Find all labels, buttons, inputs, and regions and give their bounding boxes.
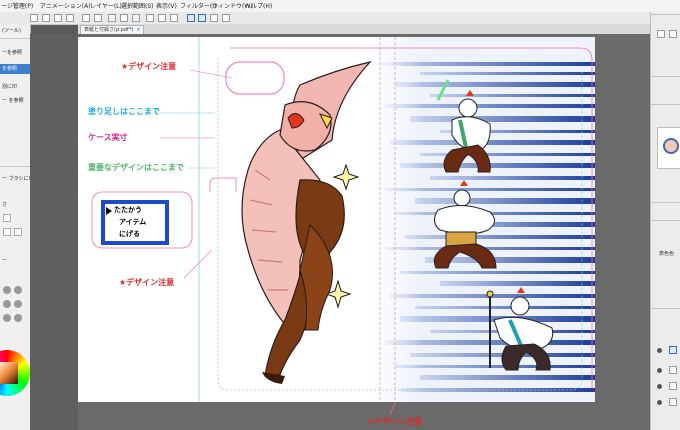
design-caution-label-bottom: ★デザイン注意: [367, 417, 423, 426]
command-run: にげる: [119, 230, 140, 238]
panel-tool-icon[interactable]: [657, 30, 665, 38]
eye-icon[interactable]: [657, 368, 662, 373]
panel-tool-icon-2[interactable]: [669, 30, 677, 38]
right-panel: 表色色: [650, 12, 680, 430]
eye-icon[interactable]: [657, 384, 662, 389]
layer-thumbnail-selected[interactable]: [669, 346, 677, 354]
case-size-label: ケース実寸: [88, 133, 128, 142]
color-panel-label: 表色色: [659, 251, 675, 257]
right-divider-4: [651, 202, 680, 203]
eye-icon[interactable]: [657, 348, 662, 353]
safe-area-label: 重要なデザインはここまで: [88, 163, 184, 172]
camera-hole-guide: [225, 61, 285, 95]
right-divider-5: [651, 220, 680, 221]
command-fight: たたかう: [114, 206, 142, 214]
design-caution-label-top: ★デザイン注意: [121, 62, 177, 71]
right-divider-6: [651, 308, 680, 309]
rooster-character: [241, 60, 372, 384]
right-divider: [651, 14, 680, 15]
design-caution-label-left: ★デザイン注意: [119, 278, 175, 287]
bleed-guide-label: 塗り足しはここまで: [88, 107, 160, 116]
eye-icon[interactable]: [657, 400, 662, 405]
sparkle-icon: [332, 163, 360, 191]
layer-thumbnail[interactable]: [669, 366, 677, 374]
navigator-preview-image: [663, 138, 679, 154]
command-item: アイテム: [119, 218, 147, 226]
right-divider-3: [651, 104, 680, 105]
layer-thumbnail[interactable]: [669, 398, 677, 406]
command-menu-box: たたかう アイテム にげる: [101, 200, 169, 245]
cursor-arrow-icon: [106, 207, 112, 215]
layer-thumbnail[interactable]: [669, 382, 677, 390]
right-divider-2: [651, 76, 680, 77]
